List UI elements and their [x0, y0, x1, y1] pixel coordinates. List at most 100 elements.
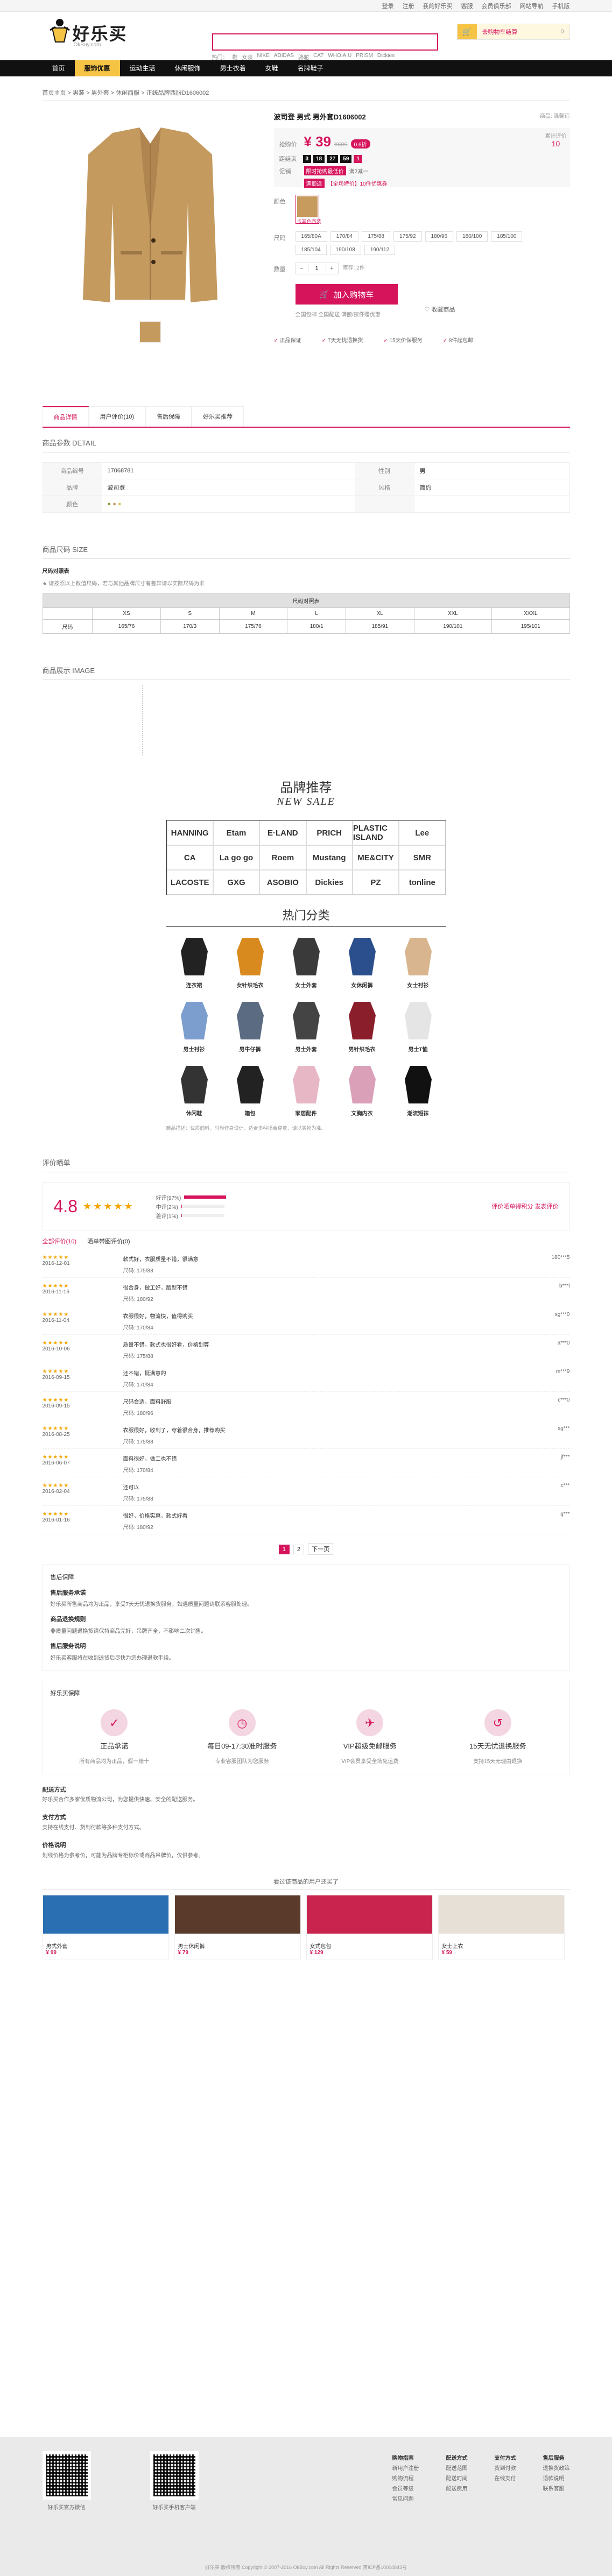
tab-after-sales[interactable]: 售后保障	[145, 406, 192, 427]
favorite-button[interactable]: ♡ 收藏商品	[425, 305, 455, 314]
size-option[interactable]: 180/100	[456, 231, 488, 242]
size-option[interactable]: 175/92	[393, 231, 422, 242]
brand-logo[interactable]: PLASTIC ISLAND	[352, 820, 399, 845]
category-item[interactable]: 女士衬衫	[390, 932, 446, 989]
category-item[interactable]: 休闲鞋	[166, 1060, 222, 1117]
tab-all-reviews[interactable]: 全部评价(10)	[43, 1237, 77, 1245]
thumbnail[interactable]	[139, 321, 161, 343]
recommend-item[interactable]: 男式外套 ¥ 99	[42, 1894, 169, 1959]
hot-keyword[interactable]: 女装	[242, 53, 253, 61]
tab-recommend[interactable]: 好乐买推荐	[192, 406, 244, 427]
size-option[interactable]: 185/104	[295, 245, 327, 255]
category-item[interactable]: 家居配件	[278, 1060, 334, 1117]
quantity-stepper[interactable]: − 1 +	[295, 263, 339, 274]
category-item[interactable]: 女针织毛衣	[222, 932, 278, 989]
hot-keyword[interactable]: 骆驼	[298, 53, 309, 61]
hot-keyword[interactable]: PRISM	[356, 53, 373, 61]
nav-item[interactable]: 男士衣着	[210, 60, 256, 76]
brand-logo[interactable]: La go go	[213, 845, 260, 870]
hot-keyword[interactable]: 鞋	[233, 53, 238, 61]
minus-icon[interactable]: −	[296, 265, 308, 272]
size-option[interactable]: 165/80A	[295, 231, 327, 242]
footer-link[interactable]: 货到付款	[495, 2464, 516, 2472]
hot-keyword[interactable]: Dickies	[377, 53, 395, 61]
category-item[interactable]: 文胸内衣	[334, 1060, 390, 1117]
footer-link[interactable]: 购物流程	[392, 2474, 419, 2482]
category-item[interactable]: 男牛仔裤	[222, 996, 278, 1053]
category-item[interactable]: 男士衬衫	[166, 996, 222, 1053]
brand-logo[interactable]: GXG	[213, 870, 260, 895]
nav-item[interactable]: 休闲服饰	[165, 60, 210, 76]
hot-keyword[interactable]: ADIDAS	[274, 53, 294, 61]
service-link[interactable]: 客服	[461, 2, 473, 10]
footer-link[interactable]: 联系客服	[543, 2484, 570, 2492]
brand-logo[interactable]: Etam	[213, 820, 260, 845]
register-link[interactable]: 注册	[403, 2, 414, 10]
category-item[interactable]: 连衣裙	[166, 932, 222, 989]
size-option[interactable]: 170/84	[330, 231, 359, 242]
recommend-item[interactable]: 女士上衣 ¥ 59	[438, 1894, 565, 1959]
add-to-cart-button[interactable]: 🛒 加入购物车	[295, 284, 398, 305]
footer-link[interactable]: 配送范围	[446, 2464, 468, 2472]
page-2[interactable]: 2	[293, 1545, 305, 1554]
plus-icon[interactable]: +	[326, 265, 338, 272]
write-review-button[interactable]: 评价晒单得积分 发表评价	[491, 1202, 558, 1211]
next-page[interactable]: 下一页	[308, 1543, 334, 1555]
promo-text[interactable]: 【全场特价】10件优惠券	[328, 179, 388, 187]
brand-logo[interactable]: HANNING	[166, 820, 213, 845]
brand-logo[interactable]: CA	[166, 845, 213, 870]
footer-link[interactable]: 在线支付	[495, 2474, 516, 2482]
brand-logo[interactable]: PZ	[352, 870, 399, 895]
nav-item[interactable]: 名牌鞋子	[288, 60, 333, 76]
brand-logo[interactable]: PRICH	[306, 820, 353, 845]
cart-button[interactable]: 🛒 去购物车结算 0	[456, 24, 570, 40]
size-option[interactable]: 180/96	[425, 231, 454, 242]
category-item[interactable]: 男士外套	[278, 996, 334, 1053]
category-item[interactable]: 潮流短袜	[390, 1060, 446, 1117]
site-logo[interactable]: 好乐买 OkBuy.com	[48, 17, 129, 49]
recommend-item[interactable]: 女式包包 ¥ 129	[306, 1894, 433, 1959]
color-swatch[interactable]: 卡其色西装	[295, 195, 321, 224]
product-main-image[interactable]	[48, 111, 252, 316]
brand-logo[interactable]: LACOSTE	[166, 870, 213, 895]
category-item[interactable]: 女士外套	[278, 932, 334, 989]
hot-keyword[interactable]: NIKE	[257, 53, 270, 61]
size-option[interactable]: 190/112	[364, 245, 396, 255]
quantity-value[interactable]: 1	[307, 265, 326, 272]
page-1[interactable]: 1	[278, 1545, 290, 1554]
nav-item[interactable]: 服饰优惠	[74, 60, 120, 76]
brand-logo[interactable]: Lee	[399, 820, 446, 845]
category-item[interactable]: 女休闲裤	[334, 932, 390, 989]
nav-item[interactable]: 首页	[43, 60, 75, 76]
brand-logo[interactable]: Dickies	[306, 870, 353, 895]
tab-detail[interactable]: 商品详情	[42, 406, 89, 427]
sitemap-link[interactable]: 网站导航	[520, 2, 544, 10]
category-item[interactable]: 箱包	[222, 1060, 278, 1117]
footer-link[interactable]: 新用户注册	[392, 2464, 419, 2472]
size-option[interactable]: 190/108	[329, 245, 361, 255]
brand-logo[interactable]: E·LAND	[259, 820, 306, 845]
tab-photo-reviews[interactable]: 晒单带图评价(0)	[87, 1237, 130, 1245]
my-account-link[interactable]: 我的好乐买	[423, 2, 453, 10]
nav-item[interactable]: 运动生活	[120, 60, 165, 76]
footer-link[interactable]: 退换货政策	[543, 2464, 570, 2472]
club-link[interactable]: 会员俱乐部	[482, 2, 511, 10]
brand-logo[interactable]: ASOBIO	[259, 870, 306, 895]
review-count[interactable]: 累计评价 10	[545, 131, 567, 148]
login-link[interactable]: 登录	[382, 2, 394, 10]
nav-item[interactable]: 女鞋	[256, 60, 288, 76]
brand-logo[interactable]: ME&CITY	[352, 845, 399, 870]
brand-logo[interactable]: Mustang	[306, 845, 353, 870]
mobile-link[interactable]: 手机版	[552, 2, 570, 10]
hot-keyword[interactable]: WHO.A.U	[328, 53, 351, 61]
size-option[interactable]: 185/100	[491, 231, 523, 242]
brand-logo[interactable]: SMR	[399, 845, 446, 870]
footer-link[interactable]: 配送费用	[446, 2484, 468, 2492]
brand-logo[interactable]: tonline	[399, 870, 446, 895]
category-item[interactable]: 男士T恤	[390, 996, 446, 1053]
hot-keyword[interactable]: CAT	[313, 53, 323, 61]
footer-link[interactable]: 退款说明	[543, 2474, 570, 2482]
footer-link[interactable]: 配送时间	[446, 2474, 468, 2482]
category-item[interactable]: 男针织毛衣	[334, 996, 390, 1053]
brand-logo[interactable]: Roem	[259, 845, 306, 870]
